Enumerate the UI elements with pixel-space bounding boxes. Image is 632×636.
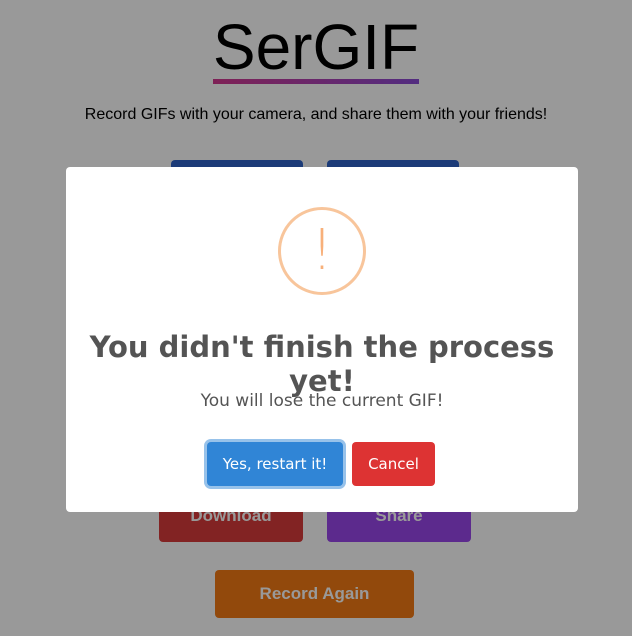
confirm-dialog: ! You didn't finish the process yet! You… [66, 167, 578, 512]
dialog-title: You didn't finish the process yet! [89, 330, 555, 398]
dialog-message: You will lose the current GIF! [200, 391, 444, 411]
warning-icon: ! [278, 207, 366, 295]
cancel-button[interactable]: Cancel [352, 442, 435, 486]
warning-exclamation-glyph: ! [310, 218, 334, 283]
confirm-restart-button[interactable]: Yes, restart it! [207, 442, 343, 486]
